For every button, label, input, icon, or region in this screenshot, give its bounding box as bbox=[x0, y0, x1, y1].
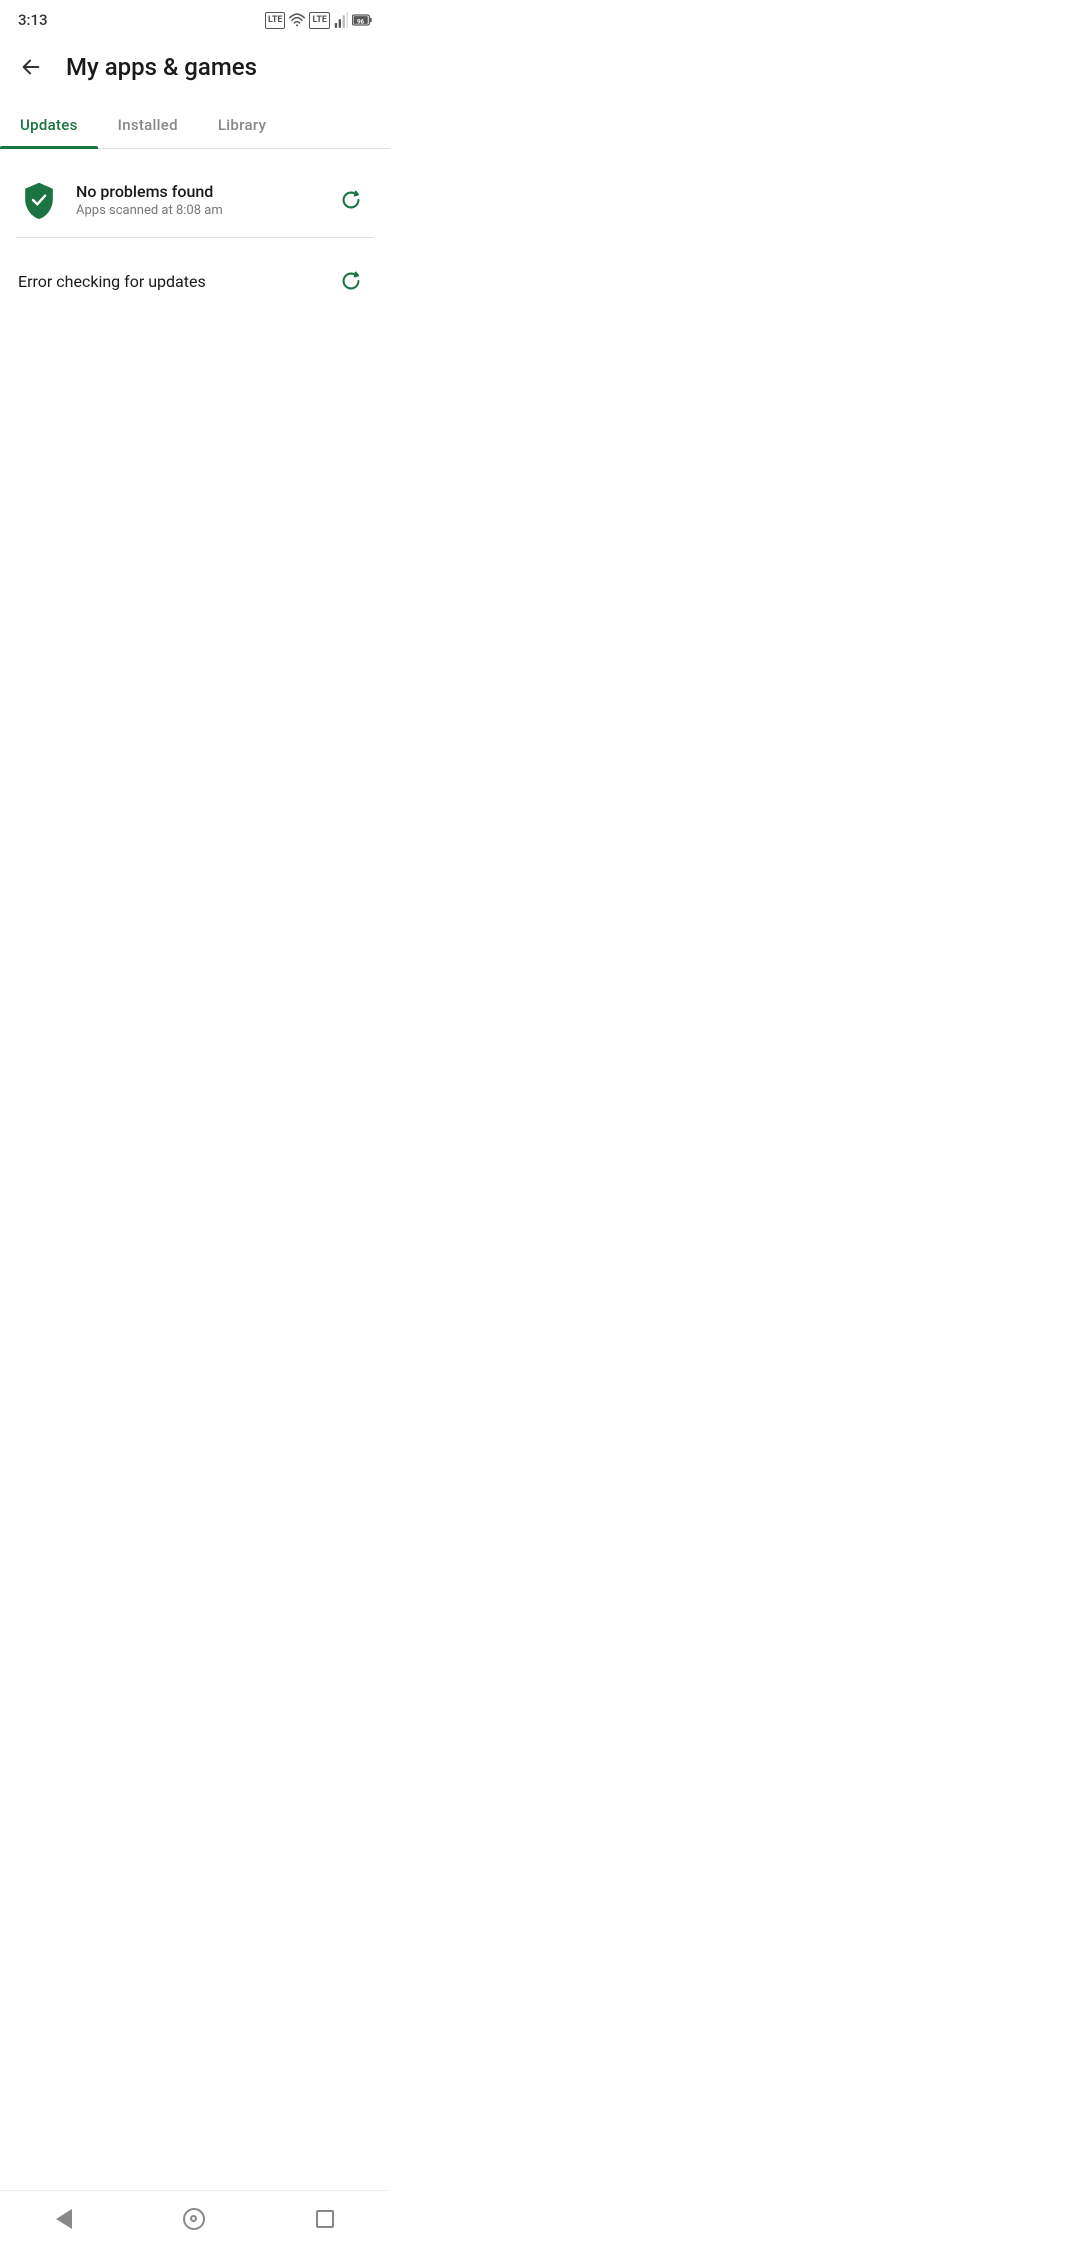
security-row: No problems found Apps scanned at 8:08 a… bbox=[0, 165, 390, 235]
status-bar: 3:13 LTE LTE 96 bbox=[0, 0, 390, 36]
status-time: 3:13 bbox=[18, 11, 48, 29]
error-text: Error checking for updates bbox=[18, 272, 314, 291]
nav-home-dot bbox=[190, 2215, 197, 2222]
update-refresh-button[interactable] bbox=[330, 260, 372, 302]
nav-recents-icon bbox=[316, 2210, 334, 2228]
signal-icon bbox=[334, 12, 348, 28]
nav-back-icon bbox=[56, 2209, 72, 2229]
status-icons: LTE LTE 96 bbox=[265, 12, 372, 29]
back-button[interactable] bbox=[12, 48, 50, 86]
security-title: No problems found bbox=[76, 182, 314, 201]
security-text: No problems found Apps scanned at 8:08 a… bbox=[76, 182, 314, 218]
nav-back-button[interactable] bbox=[44, 2197, 84, 2241]
security-subtitle: Apps scanned at 8:08 am bbox=[76, 203, 314, 218]
nav-home-icon bbox=[183, 2208, 205, 2230]
lte1-icon: LTE bbox=[265, 12, 286, 29]
wifi-icon bbox=[289, 13, 305, 27]
back-arrow-icon bbox=[20, 56, 42, 78]
security-refresh-button[interactable] bbox=[330, 179, 372, 221]
nav-bar bbox=[0, 2190, 390, 2246]
lte2-icon: LTE bbox=[309, 12, 330, 29]
page-title: My apps & games bbox=[66, 53, 257, 81]
error-row: Error checking for updates bbox=[0, 240, 390, 322]
tabs-container: Updates Installed Library bbox=[0, 102, 390, 149]
battery-icon: 96 bbox=[352, 13, 372, 27]
shield-icon bbox=[18, 179, 60, 221]
content-area: No problems found Apps scanned at 8:08 a… bbox=[0, 149, 390, 338]
svg-text:96: 96 bbox=[357, 17, 365, 25]
tab-library[interactable]: Library bbox=[198, 102, 286, 148]
nav-home-button[interactable] bbox=[171, 2196, 217, 2242]
app-bar: My apps & games bbox=[0, 36, 390, 98]
nav-recents-button[interactable] bbox=[304, 2198, 346, 2240]
divider bbox=[16, 237, 374, 238]
tab-updates[interactable]: Updates bbox=[0, 102, 98, 148]
tab-installed[interactable]: Installed bbox=[98, 102, 198, 148]
